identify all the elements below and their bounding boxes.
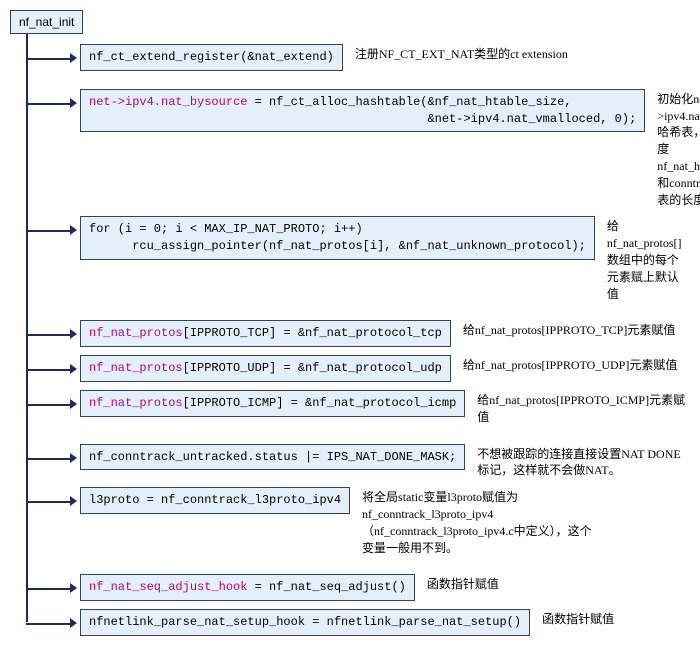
step-symbol: nf_nat_protos (89, 361, 183, 375)
step-description: 函数指针赋值 (542, 609, 614, 628)
connector-line (26, 623, 72, 625)
step-code-box: nf_nat_protos[IPPROTO_ICMP] = &nf_nat_pr… (80, 390, 465, 417)
step-code: nf_conntrack_untracked.status |= IPS_NAT… (89, 450, 456, 464)
step-description: 给nf_nat_protos[]数组中的每个元素赋上默认值 (607, 216, 690, 302)
step-description: 函数指针赋值 (427, 574, 499, 593)
step-row: nf_ct_extend_register(&nat_extend) 注册NF_C… (46, 44, 690, 71)
connector-line (26, 103, 72, 105)
step-row: nf_nat_protos[IPPROTO_ICMP] = &nf_nat_pr… (46, 390, 690, 426)
step-code: for (i = 0; i < MAX_IP_NAT_PROTO; i++) r… (89, 222, 586, 253)
step-code: nf_ct_extend_register(&nat_extend) (89, 50, 334, 64)
step-code-box: nf_nat_protos[IPPROTO_TCP] = &nf_nat_pro… (80, 320, 451, 347)
step-code: nfnetlink_parse_nat_setup_hook = nfnetli… (89, 615, 521, 629)
arrow-right-icon (70, 329, 77, 339)
step-code-box: for (i = 0; i < MAX_IP_NAT_PROTO; i++) r… (80, 216, 595, 260)
connector-line (26, 588, 72, 590)
step-code-box: nf_conntrack_untracked.status |= IPS_NAT… (80, 444, 465, 471)
step-row: nfnetlink_parse_nat_setup_hook = nfnetli… (46, 609, 690, 636)
step-code-box: nf_nat_protos[IPPROTO_UDP] = &nf_nat_pro… (80, 355, 451, 382)
arrow-right-icon (70, 225, 77, 235)
step-code: [IPPROTO_ICMP] = &nf_nat_protocol_icmp (183, 396, 457, 410)
arrow-right-icon (70, 618, 77, 628)
step-description: 注册NF_CT_EXT_NAT类型的ct extension (355, 44, 568, 63)
connector-line (26, 334, 72, 336)
step-code: [IPPROTO_UDP] = &nf_nat_protocol_udp (183, 361, 442, 375)
step-row: nf_nat_protos[IPPROTO_TCP] = &nf_nat_pro… (46, 320, 690, 347)
step-code-box: nf_nat_seq_adjust_hook = nf_nat_seq_adju… (80, 574, 415, 601)
step-description: 给nf_nat_protos[IPPROTO_UDP]元素赋值 (463, 355, 677, 374)
step-description: 初始化net->ipv4.nat_bysource哈希表，表的长度nf_nat_… (657, 89, 700, 209)
arrow-right-icon (70, 98, 77, 108)
step-row: for (i = 0; i < MAX_IP_NAT_PROTO; i++) r… (46, 216, 690, 302)
root-label: nf_nat_init (19, 15, 74, 29)
step-description: 不想被跟踪的连接直接设置NAT DONE标记，这样就不会做NAT。 (477, 444, 690, 480)
step-row: nf_nat_protos[IPPROTO_UDP] = &nf_nat_pro… (46, 355, 690, 382)
step-description: 给nf_nat_protos[IPPROTO_ICMP]元素赋值 (477, 390, 690, 426)
arrow-right-icon (70, 53, 77, 63)
arrow-right-icon (70, 496, 77, 506)
arrow-right-icon (70, 453, 77, 463)
connector-line (26, 58, 72, 60)
connector-line (26, 404, 72, 406)
connector-line (26, 458, 72, 460)
step-symbol: nf_nat_protos (89, 326, 183, 340)
step-description: 给nf_nat_protos[IPPROTO_TCP]元素赋值 (463, 320, 675, 339)
step-row: net->ipv4.nat_bysource = nf_ct_alloc_has… (46, 89, 690, 209)
step-code-box: net->ipv4.nat_bysource = nf_ct_alloc_has… (80, 89, 645, 133)
tree-trunk (26, 34, 28, 622)
step-code-box: nf_ct_extend_register(&nat_extend) (80, 44, 343, 71)
step-row: l3proto = nf_conntrack_l3proto_ipv4 将全局st… (46, 487, 690, 556)
root-node: nf_nat_init (10, 10, 83, 34)
connector-line (26, 501, 72, 503)
step-code: l3proto = nf_conntrack_l3proto_ipv4 (89, 493, 341, 507)
step-symbol: net->ipv4.nat_bysource (89, 95, 247, 109)
step-row: nf_conntrack_untracked.status |= IPS_NAT… (46, 444, 690, 480)
step-code: = nf_nat_seq_adjust() (247, 580, 405, 594)
connector-line (26, 369, 72, 371)
step-description: 将全局static变量l3proto赋值为nf_conntrack_l3prot… (362, 487, 592, 556)
arrow-right-icon (70, 583, 77, 593)
connector-line (26, 230, 72, 232)
step-row: nf_nat_seq_adjust_hook = nf_nat_seq_adju… (46, 574, 690, 601)
step-symbol: nf_nat_seq_adjust_hook (89, 580, 247, 594)
arrow-right-icon (70, 364, 77, 374)
step-tree: nf_ct_extend_register(&nat_extend) 注册NF_C… (46, 44, 690, 636)
step-code: [IPPROTO_TCP] = &nf_nat_protocol_tcp (183, 326, 442, 340)
arrow-right-icon (70, 399, 77, 409)
step-symbol: nf_nat_protos (89, 396, 183, 410)
step-code-box: nfnetlink_parse_nat_setup_hook = nfnetli… (80, 609, 530, 636)
